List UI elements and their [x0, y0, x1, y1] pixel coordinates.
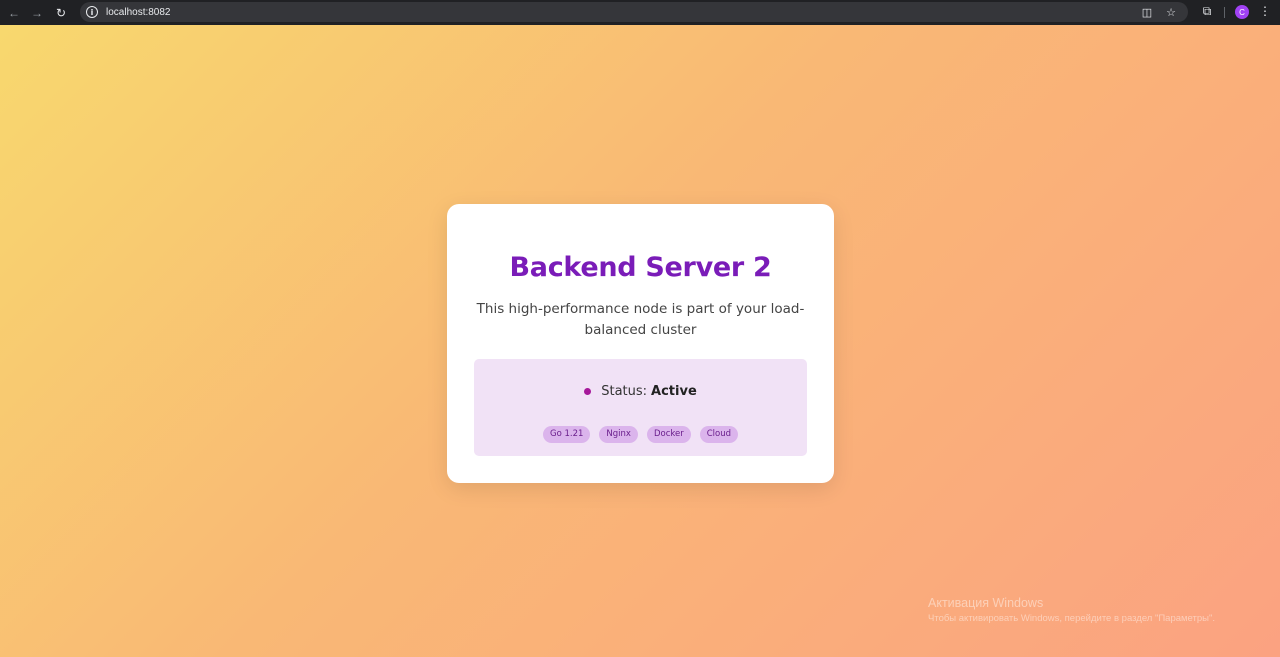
- forward-button[interactable]: →: [29, 5, 45, 21]
- url-text[interactable]: localhost:8082: [106, 7, 171, 18]
- translate-icon[interactable]: ◫: [1140, 6, 1154, 19]
- kebab-menu-icon[interactable]: ⋮: [1259, 4, 1271, 18]
- tag-go: Go 1.21: [542, 426, 591, 443]
- back-button[interactable]: ←: [6, 5, 22, 21]
- status-line: Status: Active: [474, 384, 807, 399]
- status-label: Status:: [601, 384, 648, 399]
- star-icon[interactable]: ☆: [1164, 6, 1178, 19]
- tag-cloud: Cloud: [699, 426, 738, 443]
- status-value: Active: [651, 384, 697, 399]
- server-card: Backend Server 2 This high-performance n…: [447, 204, 834, 483]
- tech-tags: Go 1.21 Nginx Docker Cloud: [474, 426, 807, 443]
- tag-docker: Docker: [646, 426, 691, 443]
- status-panel: Status: Active Go 1.21 Nginx Docker Clou…: [474, 359, 807, 456]
- windows-activation-watermark: Активация Windows Чтобы активировать Win…: [928, 596, 1215, 624]
- toolbar-divider: [1224, 7, 1225, 18]
- page-title: Backend Server 2: [509, 252, 772, 283]
- info-icon[interactable]: i: [86, 6, 98, 18]
- server-description: This high-performance node is part of yo…: [476, 301, 805, 338]
- tag-nginx: Nginx: [599, 426, 638, 443]
- browser-toolbar: ← → ↻ i localhost:8082 ◫ ☆ ⧉ C ⋮: [0, 0, 1280, 25]
- reload-button[interactable]: ↻: [53, 5, 69, 21]
- profile-avatar[interactable]: C: [1235, 5, 1249, 19]
- address-bar[interactable]: i localhost:8082 ◫ ☆: [80, 2, 1188, 22]
- watermark-subtitle: Чтобы активировать Windows, перейдите в …: [928, 613, 1215, 624]
- page-background: Backend Server 2 This high-performance n…: [0, 25, 1280, 657]
- puzzle-icon[interactable]: ⧉: [1200, 4, 1214, 19]
- watermark-title: Активация Windows: [928, 596, 1044, 610]
- status-dot-icon: [584, 388, 592, 395]
